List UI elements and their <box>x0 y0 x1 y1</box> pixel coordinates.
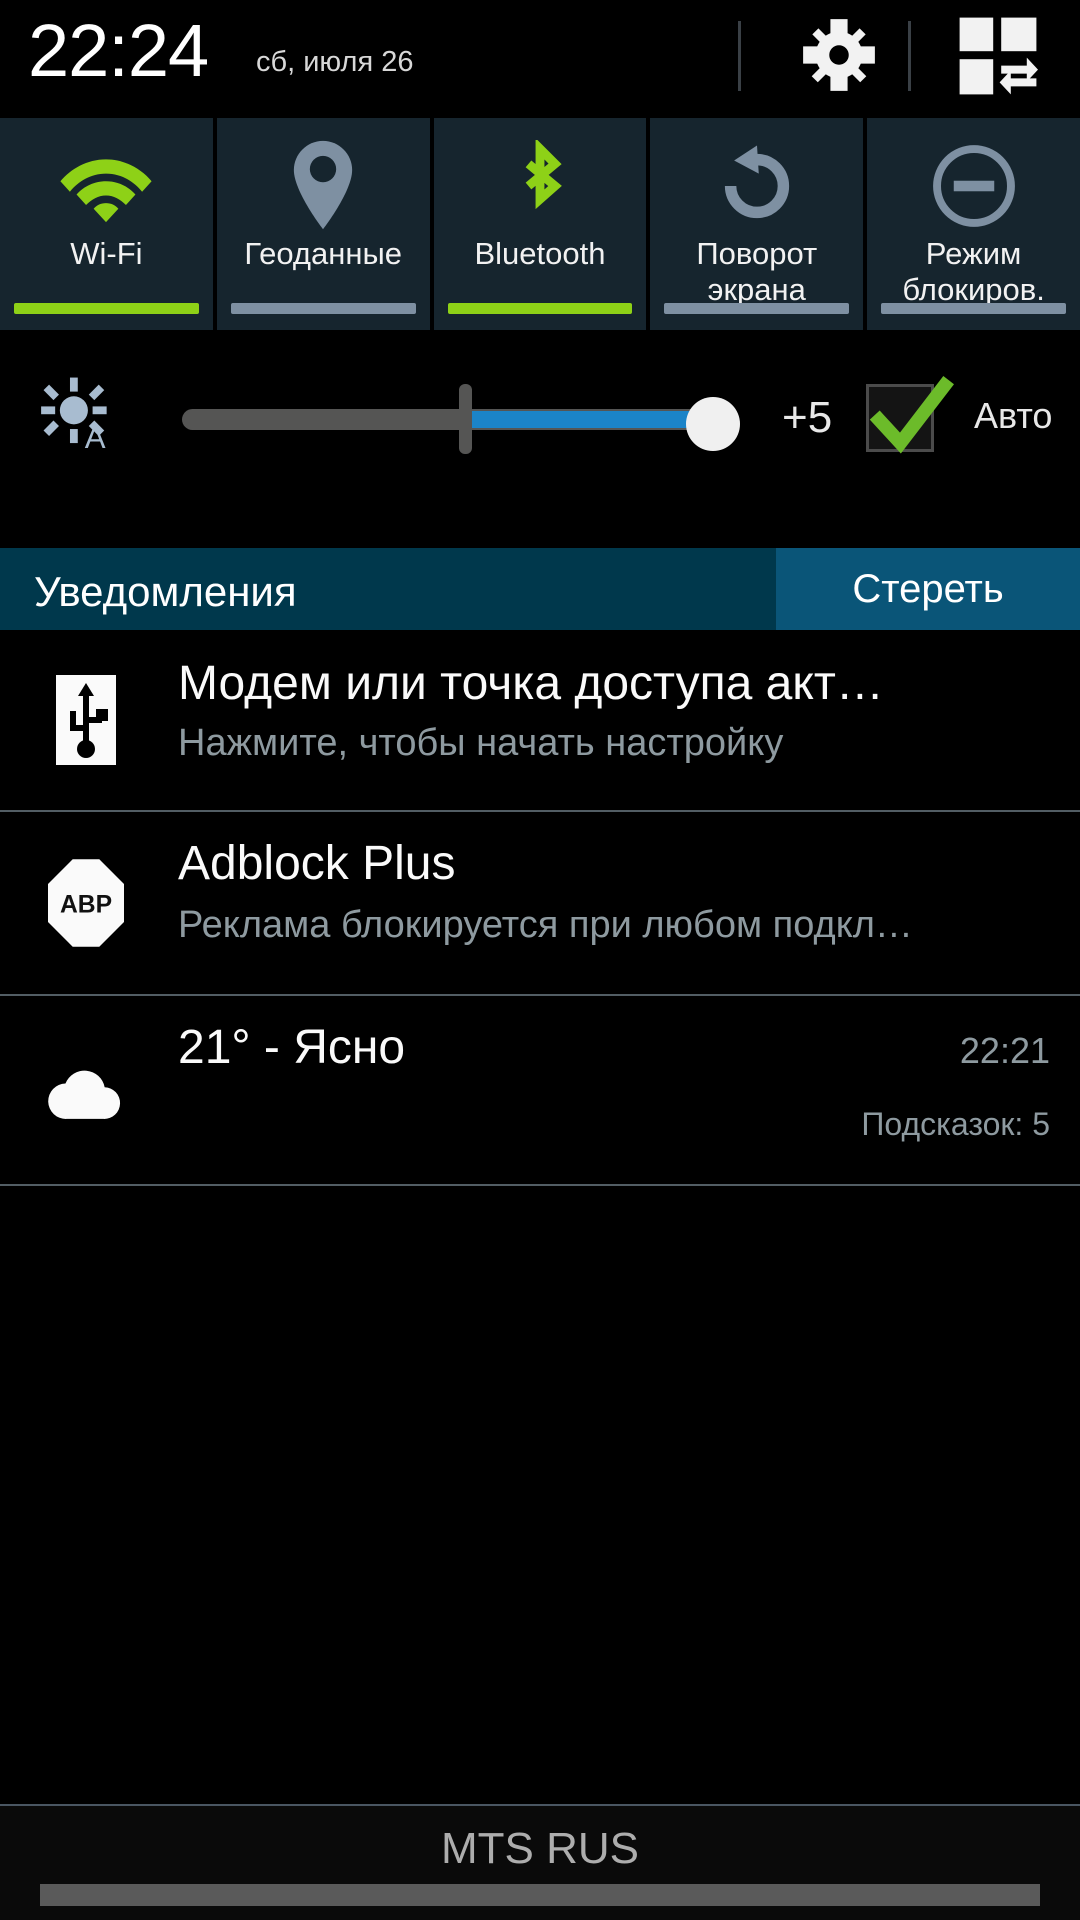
carrier-name-label: MTS RUS <box>441 1824 639 1873</box>
toggle-tile-wifi[interactable]: Wi-Fi <box>0 118 213 330</box>
wifi-icon <box>58 140 154 232</box>
toggle-tile-location[interactable]: Геоданные <box>216 118 430 330</box>
svg-text:A: A <box>85 420 106 454</box>
screen-rotate-icon <box>713 140 801 232</box>
carrier-bar: MTS RUS <box>0 1804 1080 1920</box>
toggle-state-bar <box>230 303 416 314</box>
notification-timestamp: 22:21 <box>959 1030 1050 1071</box>
notification-divider <box>0 1184 1080 1186</box>
checkmark-icon <box>862 372 958 468</box>
notification-item-usb-tethering[interactable]: Модем или точка доступа акт… Нажмите, чт… <box>0 630 1080 810</box>
notification-subtitle: Нажмите, чтобы начать настройку <box>178 722 784 764</box>
brightness-auto-icon: A <box>38 376 116 455</box>
toggle-state-bar <box>14 303 199 314</box>
location-pin-icon <box>290 140 356 232</box>
notification-item-adblock-plus[interactable]: ABP Adblock Plus Реклама блокируется при… <box>0 812 1080 994</box>
adblock-plus-icon: ABP <box>44 812 128 994</box>
status-header: 22:24 сб, июля 26 <box>0 0 1080 118</box>
header-divider-2 <box>908 21 911 91</box>
notifications-header: Уведомления Стереть <box>0 548 1080 630</box>
toggle-state-bar <box>447 303 633 314</box>
toggle-tile-blocking-mode[interactable]: Режим блокиров. <box>867 118 1080 330</box>
toggle-tile-label: Bluetooth <box>474 236 606 271</box>
shade-drag-handle[interactable] <box>40 1884 1040 1906</box>
toggle-tile-label: Режим блокиров. <box>902 236 1045 307</box>
toggle-state-bar <box>881 303 1066 314</box>
brightness-value-label: +5 <box>782 393 833 442</box>
toggle-tile-label: Поворот экрана <box>696 236 818 307</box>
notification-item-weather[interactable]: 21° - Ясно 22:21 Подсказок: 5 <box>0 996 1080 1184</box>
brightness-row: A +5 Авто <box>0 330 1080 530</box>
gear-icon[interactable] <box>800 16 878 94</box>
toggle-state-bar <box>664 303 850 314</box>
slider-thumb[interactable] <box>686 397 740 451</box>
toggle-tile-label: Wi-Fi <box>70 236 143 271</box>
notification-title: Adblock Plus <box>178 837 456 890</box>
notification-title: Модем или точка доступа акт… <box>178 657 884 710</box>
notification-subtitle: Реклама блокируется при любом подкл… <box>178 904 913 946</box>
brightness-slider[interactable] <box>182 384 740 454</box>
notification-title: 21° - Ясно <box>178 1021 406 1074</box>
blocking-mode-icon <box>930 140 1018 232</box>
quick-settings-grid-icon[interactable] <box>958 16 1038 96</box>
slider-fill <box>464 411 702 428</box>
notifications-title: Уведомления <box>34 568 297 615</box>
clear-notifications-button[interactable]: Стереть <box>776 548 1080 630</box>
quick-toggles-row: Wi-Fi Геоданные Bluetooth Поворот экрана… <box>0 118 1080 330</box>
clock-time: 22:24 <box>28 9 209 92</box>
weather-cloud-icon <box>44 996 128 1184</box>
auto-brightness-label: Авто <box>974 395 1053 436</box>
header-divider-1 <box>738 21 741 91</box>
svg-text:ABP: ABP <box>60 892 112 919</box>
clock-date: сб, июля 26 <box>256 46 414 78</box>
usb-tethering-icon <box>44 630 128 810</box>
notification-list: Модем или точка доступа акт… Нажмите, чт… <box>0 630 1080 1186</box>
toggle-tile-screen-rotation[interactable]: Поворот экрана <box>650 118 864 330</box>
toggle-tile-bluetooth[interactable]: Bluetooth <box>433 118 647 330</box>
toggle-tile-label: Геоданные <box>244 236 402 271</box>
bluetooth-icon <box>509 140 571 232</box>
notification-extra-info: Подсказок: 5 <box>861 1106 1050 1142</box>
carrier-divider <box>0 1804 1080 1806</box>
slider-center-tick <box>459 384 472 454</box>
clear-button-label: Стереть <box>852 566 1004 611</box>
